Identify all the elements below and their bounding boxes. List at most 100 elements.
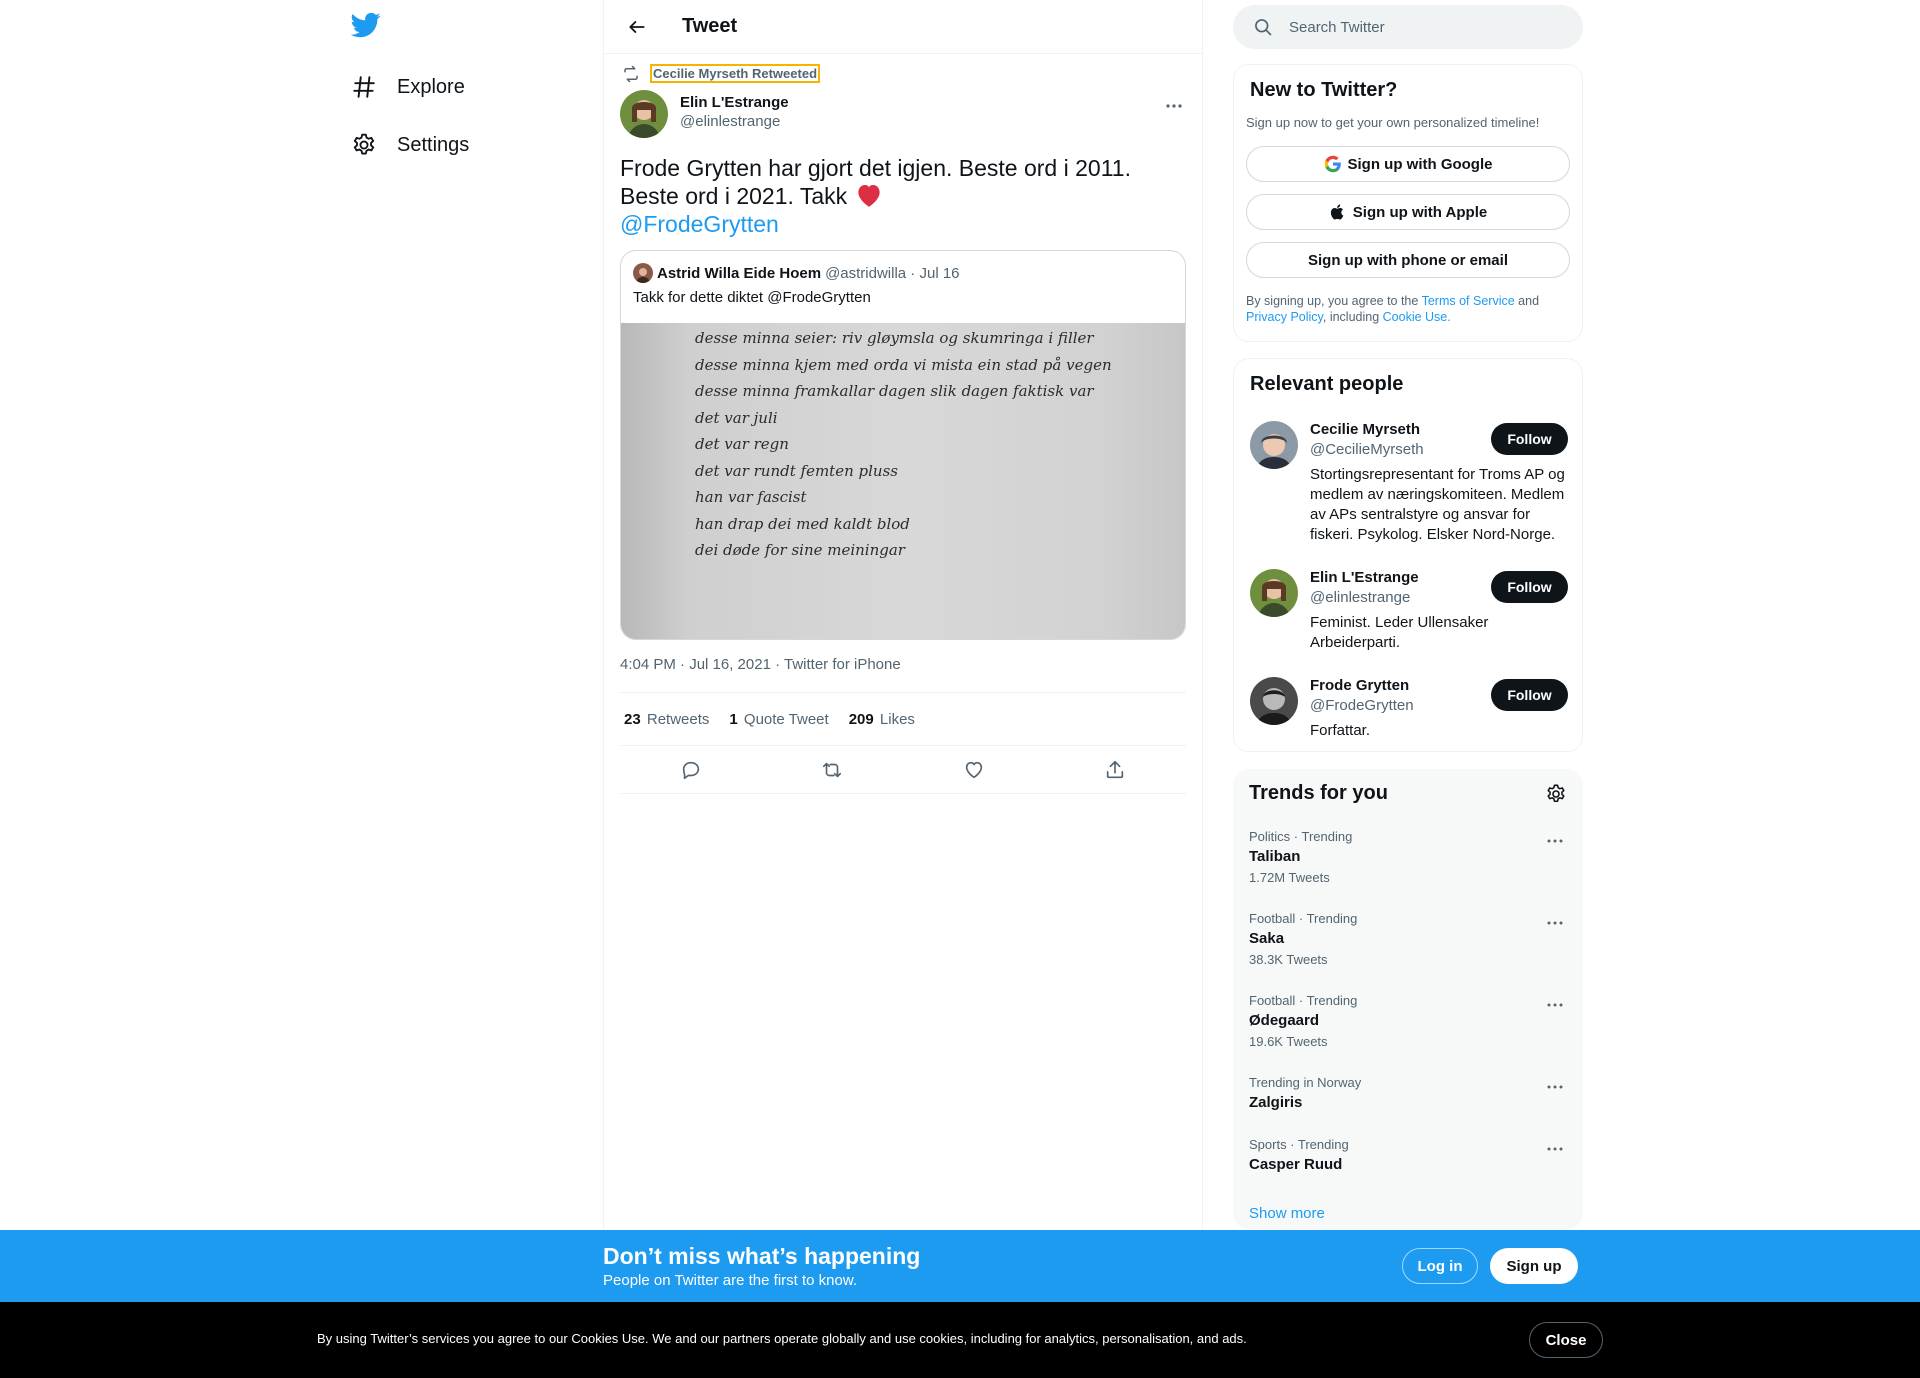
likes-count: 209 <box>848 710 874 728</box>
trend-category: Football · Trending <box>1249 911 1358 926</box>
quotes-label: Quote Tweet <box>743 710 829 728</box>
retweet-button[interactable] <box>814 752 850 788</box>
search-icon <box>1253 17 1273 37</box>
likes-stat[interactable]: 209 Likes <box>849 711 915 728</box>
like-button[interactable] <box>956 752 992 788</box>
retweets-label: Retweets <box>646 710 710 728</box>
reply-button[interactable] <box>673 752 709 788</box>
follow-button[interactable]: Follow <box>1491 679 1568 711</box>
privacy-policy-link[interactable]: Privacy Policy <box>1246 310 1323 324</box>
trend-count: 1.72M Tweets <box>1249 870 1330 885</box>
search-bar[interactable] <box>1233 5 1583 49</box>
trends-title: Trends for you <box>1249 782 1388 804</box>
person-handle[interactable]: @CecilieMyrseth <box>1310 441 1424 458</box>
poem-line: det var regn <box>695 435 789 453</box>
avatar[interactable] <box>620 90 668 138</box>
author-name[interactable]: Elin L'Estrange <box>680 94 789 111</box>
sign-up-button[interactable]: Sign up <box>1490 1248 1578 1284</box>
retweeted-by-link[interactable]: Cecilie Myrseth Retweeted <box>650 64 821 83</box>
terms-of-service-link[interactable]: Terms of Service <box>1422 294 1515 308</box>
trend-more-button[interactable] <box>1543 829 1567 853</box>
mention-link[interactable]: @FrodeGrytten <box>620 210 1180 238</box>
terms-pre: By signing up, you agree to the <box>1246 294 1422 308</box>
log-in-button[interactable]: Log in <box>1402 1248 1478 1284</box>
signup-phone-label: Sign up with phone or email <box>1307 251 1508 269</box>
retweet-icon <box>821 759 843 781</box>
twitter-bird-icon[interactable] <box>351 10 381 40</box>
trend-name: Zalgiris <box>1249 1094 1303 1111</box>
column-divider-right <box>1202 0 1203 1240</box>
person-handle[interactable]: @elinlestrange <box>1310 589 1410 606</box>
tweet-text-line2: Beste ord i 2021. Takk <box>620 182 1180 210</box>
trends-card: Trends for you Politics · Trending Talib… <box>1233 769 1583 1229</box>
tweet-timestamp[interactable]: 4:04 PM · Jul 16, 2021 · Twitter for iPh… <box>620 656 901 673</box>
search-input[interactable] <box>1289 18 1539 36</box>
trend-more-button[interactable] <box>1543 1137 1567 1161</box>
show-more-link[interactable]: Show more <box>1249 1205 1325 1222</box>
main-column: Tweet Cecilie Myrseth Retweeted Elin L'E… <box>604 0 1202 1240</box>
signup-google-button[interactable]: Sign up with Google <box>1246 146 1570 182</box>
quote-author-name: Astrid Willa Eide Hoem <box>657 264 822 282</box>
follow-button[interactable]: Follow <box>1491 571 1568 603</box>
quote-author-meta: @astridwilla · Jul 16 <box>825 264 960 282</box>
cookie-banner: By using Twitter’s services you agree to… <box>0 1302 1920 1378</box>
quoted-tweet[interactable]: Astrid Willa Eide Hoem @astridwilla · Ju… <box>620 250 1186 640</box>
signup-apple-label: Sign up with Apple <box>1352 203 1488 221</box>
heart-emoji <box>854 183 884 209</box>
nav-settings[interactable]: Settings <box>351 125 469 165</box>
terms-and: and <box>1514 294 1540 308</box>
trend-more-button[interactable] <box>1543 1075 1567 1099</box>
person-name[interactable]: Elin L'Estrange <box>1310 569 1419 586</box>
cookie-close-button[interactable]: Close <box>1529 1322 1603 1358</box>
follow-button[interactable]: Follow <box>1491 423 1568 455</box>
quotes-stat[interactable]: 1 Quote Tweet <box>729 711 828 728</box>
avatar[interactable] <box>1250 421 1298 469</box>
trend-category: Football · Trending <box>1249 993 1358 1008</box>
cookie-text: By using Twitter’s services you agree to… <box>317 1331 1247 1346</box>
person-bio: Stortingsrepresentant for Troms AP og me… <box>1310 466 1565 543</box>
poem-text: desse minna seier: riv gløymsla og skumr… <box>695 325 1112 564</box>
signup-terms: By signing up, you agree to the Terms of… <box>1246 293 1576 325</box>
avatar[interactable] <box>1250 569 1298 617</box>
tweet-text-line1: Frode Grytten har gjort det igjen. Beste… <box>620 155 1131 181</box>
person-name[interactable]: Cecilie Myrseth <box>1310 421 1420 438</box>
more-options-button[interactable] <box>1162 94 1186 118</box>
retweets-stat[interactable]: 23 Retweets <box>624 711 709 728</box>
signup-apple-button[interactable]: Sign up with Apple <box>1246 194 1570 230</box>
login-banner: Don’t miss what’s happening People on Tw… <box>0 1230 1920 1302</box>
share-button[interactable] <box>1097 752 1133 788</box>
trend-count: 19.6K Tweets <box>1249 1034 1328 1049</box>
trend-item[interactable]: Football · Trending Saka 38.3K Tweets <box>1249 911 1567 967</box>
trend-item[interactable]: Football · Trending Ødegaard 19.6K Tweet… <box>1249 993 1567 1049</box>
trend-more-button[interactable] <box>1543 911 1567 935</box>
person-handle[interactable]: @FrodeGrytten <box>1310 697 1414 714</box>
trend-name: Saka <box>1249 930 1285 947</box>
trend-more-button[interactable] <box>1543 993 1567 1017</box>
poem-line: desse minna framkallar dagen slik dagen … <box>695 382 1094 400</box>
poem-line: det var juli <box>695 408 778 427</box>
nav-explore[interactable]: Explore <box>351 67 465 107</box>
person-name[interactable]: Frode Grytten <box>1310 677 1409 694</box>
trend-item[interactable]: Sports · Trending Casper Ruud <box>1249 1137 1567 1173</box>
cookie-use-link[interactable]: Cookie Use. <box>1383 310 1451 324</box>
tweet-author[interactable]: Elin L'Estrange @elinlestrange <box>620 90 789 138</box>
signup-phone-button[interactable]: Sign up with phone or email <box>1246 242 1570 278</box>
apple-icon <box>1329 203 1347 221</box>
tweet-actions <box>620 746 1186 794</box>
trend-category: Trending in Norway <box>1249 1075 1362 1090</box>
trends-settings-button[interactable] <box>1545 783 1567 805</box>
back-button[interactable] <box>620 10 654 44</box>
poem-line: han var fascist <box>695 488 807 506</box>
tweet-stats: 23 Retweets 1 Quote Tweet 209 Likes <box>620 692 1186 746</box>
trend-item[interactable]: Politics · Trending Taliban 1.72M Tweets <box>1249 829 1567 885</box>
retweets-count: 23 <box>624 710 641 728</box>
tweet-text: Frode Grytten har gjort det igjen. Beste… <box>620 154 1180 238</box>
author-handle[interactable]: @elinlestrange <box>680 113 789 130</box>
poem-photo[interactable]: desse minna seier: riv gløymsla og skumr… <box>621 323 1185 639</box>
new-to-twitter-card: New to Twitter? Sign up now to get your … <box>1233 64 1583 342</box>
avatar[interactable] <box>1250 677 1298 725</box>
quote-header: Astrid Willa Eide Hoem @astridwilla · Ju… <box>633 263 960 283</box>
gear-icon <box>1545 783 1567 805</box>
trend-item[interactable]: Trending in Norway Zalgiris <box>1249 1075 1567 1111</box>
poem-line: desse minna seier: riv gløymsla og skumr… <box>695 329 1094 347</box>
